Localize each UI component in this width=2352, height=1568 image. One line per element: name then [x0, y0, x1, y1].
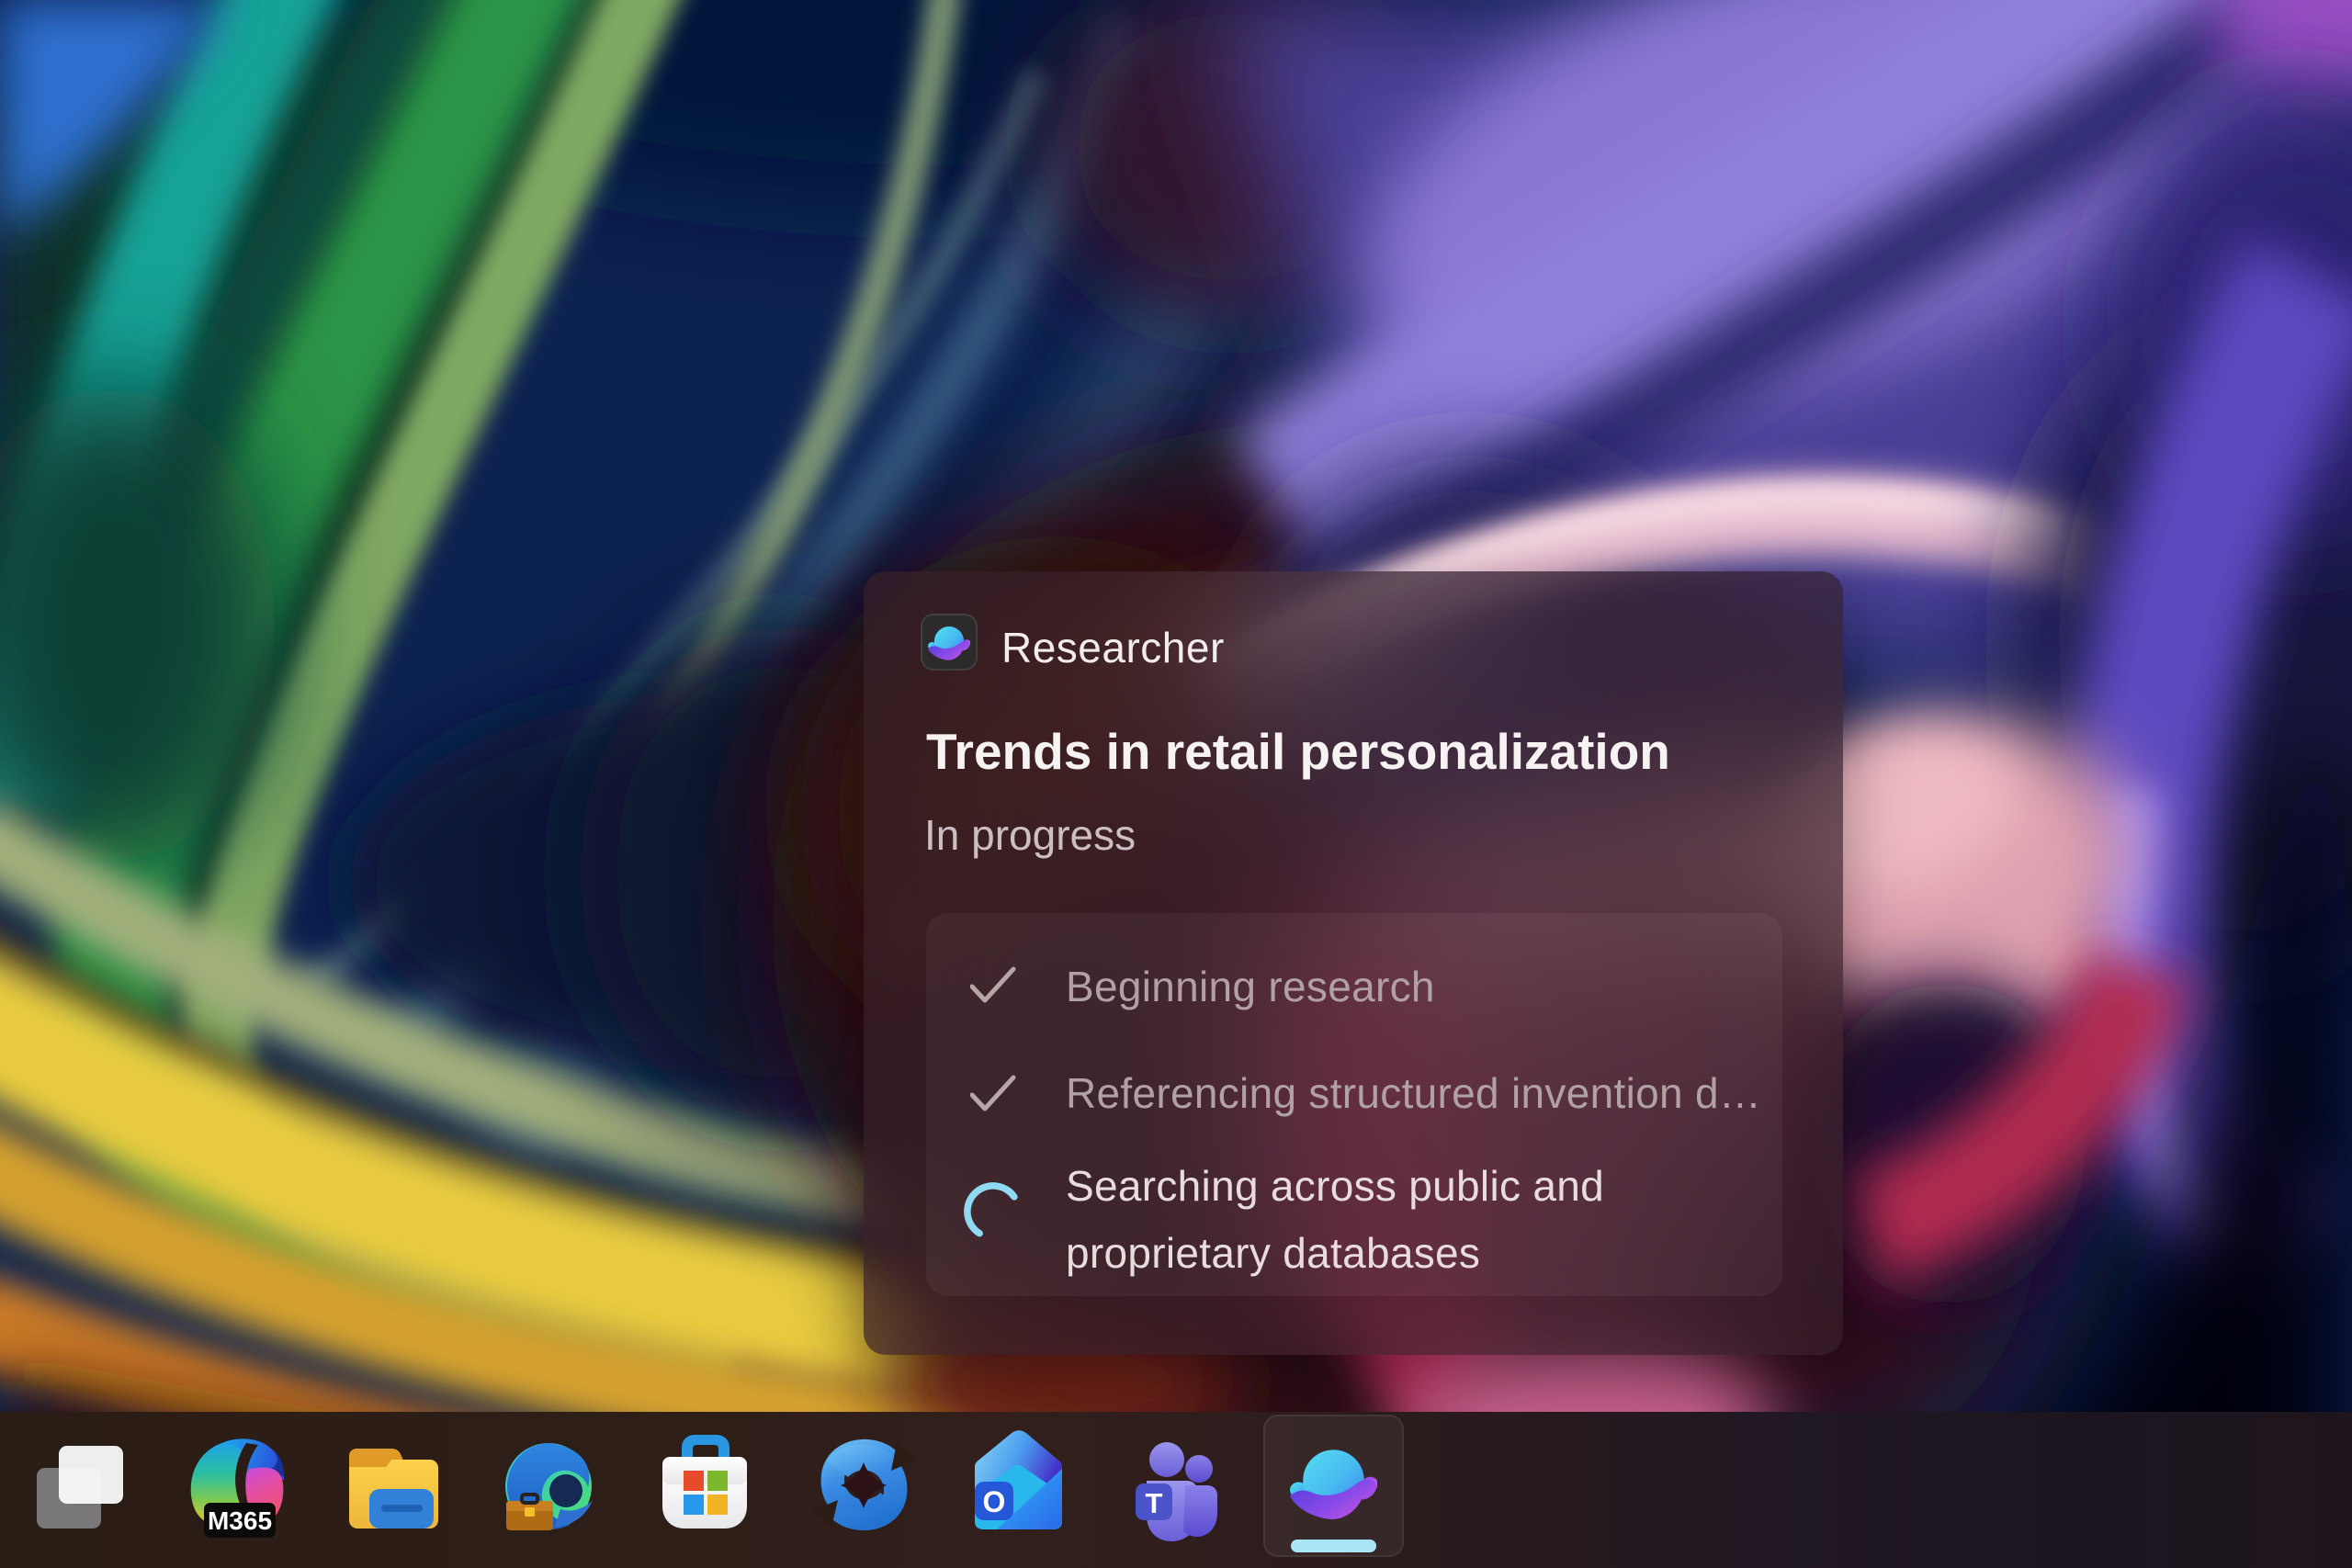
- svg-text:M365: M365: [208, 1506, 272, 1535]
- svg-text:T: T: [1146, 1487, 1163, 1519]
- svg-text:O: O: [983, 1485, 1006, 1518]
